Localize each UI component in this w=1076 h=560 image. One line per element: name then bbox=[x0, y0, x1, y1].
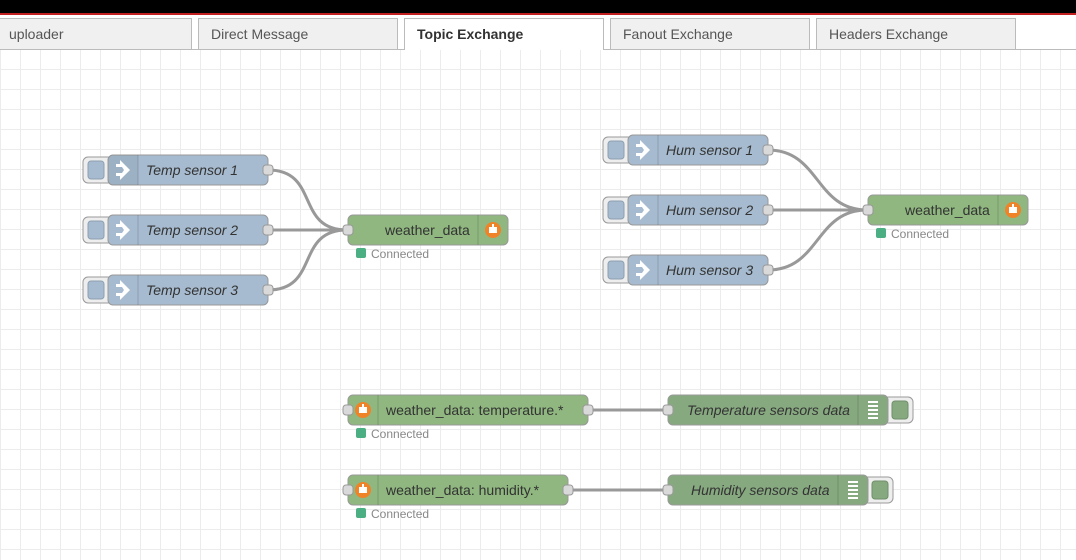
node-label: Hum sensor 2 bbox=[666, 202, 753, 218]
wire-temp3-to-weather[interactable] bbox=[267, 228, 348, 292]
inject-node-temp2[interactable]: Temp sensor 2 bbox=[82, 214, 274, 246]
input-port[interactable] bbox=[662, 404, 674, 416]
output-port[interactable] bbox=[262, 164, 274, 176]
inject-node-hum2[interactable]: Hum sensor 2 bbox=[602, 194, 774, 226]
status-text: Connected bbox=[371, 427, 429, 441]
amqp-icon bbox=[485, 222, 501, 238]
node-label: Temp sensor 1 bbox=[146, 162, 238, 178]
node-label: Temperature sensors data bbox=[687, 402, 850, 418]
status-text: Connected bbox=[371, 507, 429, 521]
amqp-out-node-hum[interactable]: weather_data Connected bbox=[862, 194, 1029, 241]
inject-node-hum3[interactable]: Hum sensor 3 bbox=[602, 254, 774, 286]
node-label: weather_data: humidity.* bbox=[385, 482, 540, 498]
debug-node-humidity[interactable]: Humidity sensors data bbox=[662, 474, 894, 506]
status-indicator bbox=[356, 428, 366, 438]
output-port[interactable] bbox=[762, 144, 774, 156]
output-port[interactable] bbox=[562, 484, 574, 496]
status-text: Connected bbox=[891, 227, 949, 241]
node-label: weather_data bbox=[384, 222, 470, 238]
status-text: Connected bbox=[371, 247, 429, 261]
wires bbox=[267, 148, 868, 492]
input-port[interactable] bbox=[862, 204, 874, 216]
input-port[interactable] bbox=[342, 484, 354, 496]
status-indicator bbox=[356, 248, 366, 258]
node-label: Temp sensor 2 bbox=[146, 222, 238, 238]
amqp-out-node-temp[interactable]: weather_data Connected bbox=[342, 214, 509, 261]
amqp-icon bbox=[355, 402, 371, 418]
node-label: weather_data: temperature.* bbox=[385, 402, 564, 418]
amqp-in-node-humidity[interactable]: weather_data: humidity.* Connected bbox=[342, 474, 574, 521]
debug-node-temperature[interactable]: Temperature sensors data bbox=[662, 394, 914, 426]
flow-diagram: Temp sensor 1 Temp sensor 2 Temp sensor … bbox=[82, 134, 1029, 521]
amqp-in-node-temperature[interactable]: weather_data: temperature.* Connected bbox=[342, 394, 594, 441]
output-port[interactable] bbox=[762, 204, 774, 216]
wire-hum3-to-weather[interactable] bbox=[767, 208, 868, 272]
output-port[interactable] bbox=[262, 284, 274, 296]
output-port[interactable] bbox=[582, 404, 594, 416]
amqp-icon bbox=[355, 482, 371, 498]
node-label: Hum sensor 3 bbox=[666, 262, 753, 278]
amqp-icon bbox=[1005, 202, 1021, 218]
input-port[interactable] bbox=[662, 484, 674, 496]
input-port[interactable] bbox=[342, 404, 354, 416]
node-label: Hum sensor 1 bbox=[666, 142, 753, 158]
wire-hum1-to-weather[interactable] bbox=[767, 148, 868, 212]
node-label: Temp sensor 3 bbox=[146, 282, 238, 298]
wire-temp1-to-weather[interactable] bbox=[267, 168, 348, 232]
status-indicator bbox=[876, 228, 886, 238]
status-indicator bbox=[356, 508, 366, 518]
inject-node-hum1[interactable]: Hum sensor 1 bbox=[602, 134, 774, 166]
output-port[interactable] bbox=[762, 264, 774, 276]
node-label: Humidity sensors data bbox=[691, 482, 830, 498]
input-port[interactable] bbox=[342, 224, 354, 236]
tab-topic-exchange[interactable]: Topic Exchange bbox=[404, 18, 604, 50]
inject-node-temp1[interactable]: Temp sensor 1 bbox=[82, 154, 274, 186]
node-label: weather_data bbox=[904, 202, 990, 218]
output-port[interactable] bbox=[262, 224, 274, 236]
inject-node-temp3[interactable]: Temp sensor 3 bbox=[82, 274, 274, 306]
